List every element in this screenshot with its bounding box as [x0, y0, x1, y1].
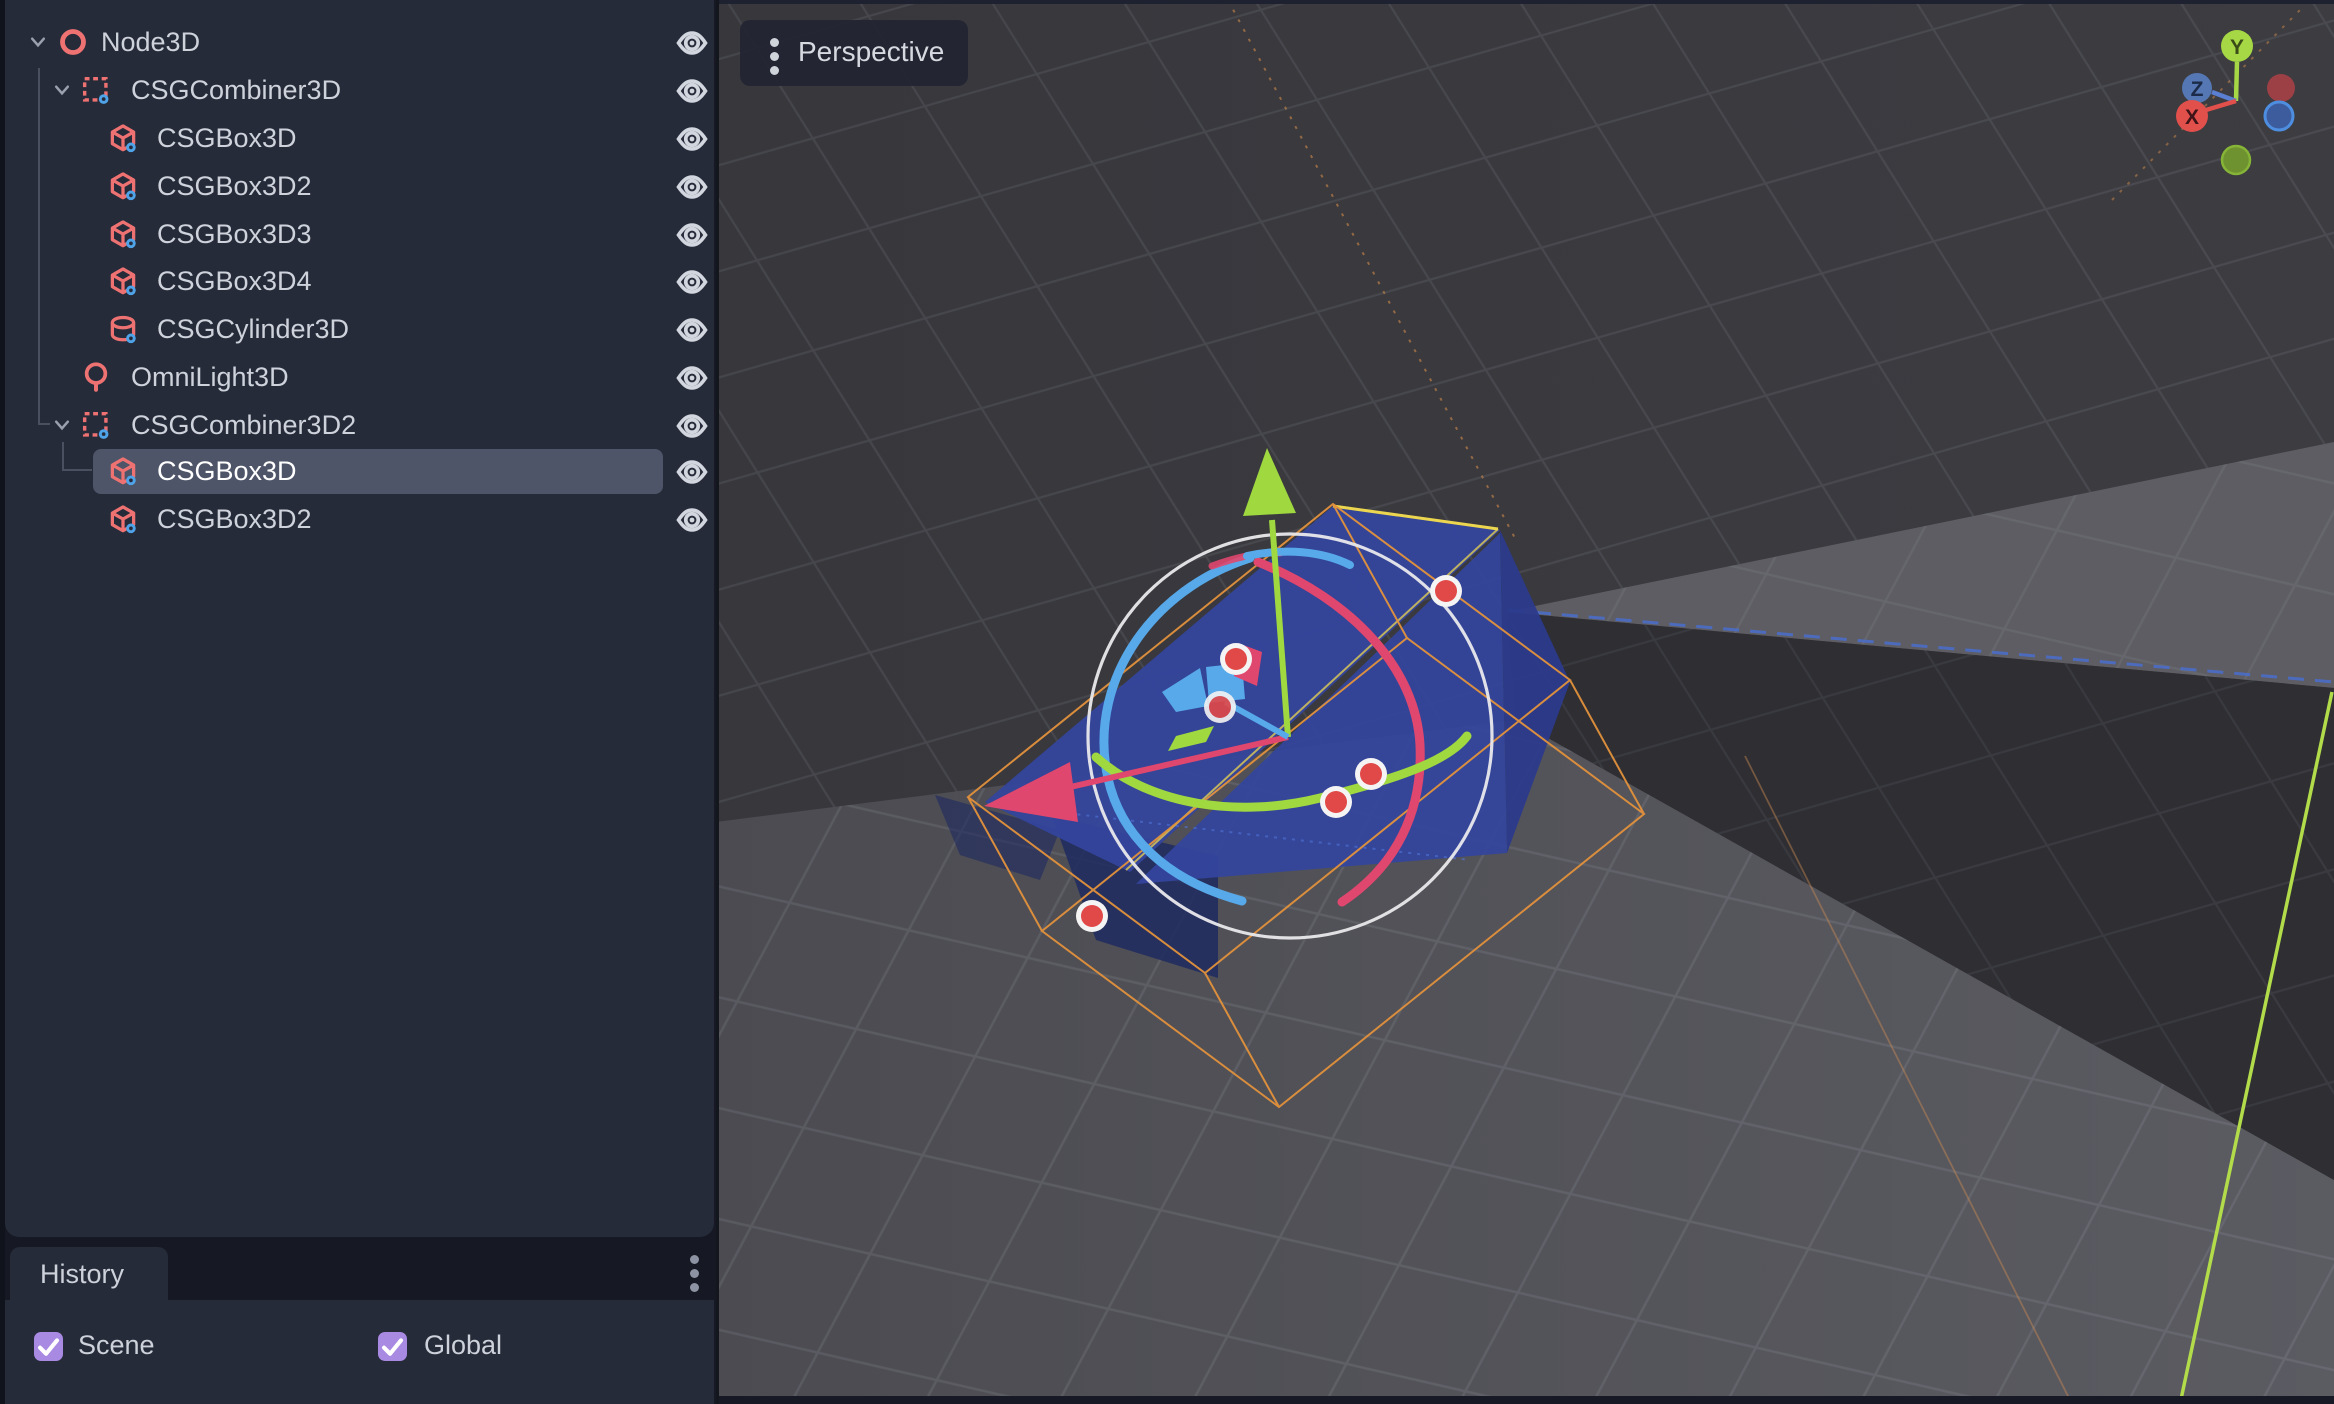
tree-row-csgbox3d2-b[interactable]: CSGBox3D2 [5, 495, 714, 543]
visibility-eye-icon[interactable] [669, 313, 715, 347]
visibility-eye-icon[interactable] [669, 122, 715, 156]
left-dock: Node3D CSGCombiner3D CSGBox3D CSGBox3D2 [0, 0, 716, 1404]
csgbox3d-icon [106, 169, 140, 203]
node3d-icon [56, 25, 90, 59]
csgcylinder3d-icon [106, 312, 140, 346]
csgcombiner3d-icon [79, 408, 113, 442]
godot-editor-window: Node3D CSGCombiner3D CSGBox3D CSGBox3D2 [0, 0, 2334, 1404]
chevron-down-icon[interactable] [50, 415, 74, 435]
view-mode-label[interactable]: Perspective [798, 36, 944, 68]
history-panel-content: Scene Global [5, 1300, 714, 1404]
scene-checkbox[interactable] [34, 1332, 63, 1361]
scene-checkbox-label[interactable]: Scene [78, 1330, 155, 1361]
check-icon [378, 1332, 407, 1361]
node-label[interactable]: Node3D [101, 27, 200, 58]
csgcombiner3d-icon [79, 73, 113, 107]
node-label[interactable]: CSGBox3D [157, 123, 297, 154]
viewport-top-border [716, 0, 2334, 4]
tree-row-csgcombiner3d[interactable]: CSGCombiner3D [5, 66, 714, 114]
chevron-down-icon[interactable] [26, 32, 50, 52]
csgbox3d-icon [106, 454, 140, 488]
visibility-eye-icon[interactable] [669, 265, 715, 299]
panel-menu-icon[interactable] [690, 1255, 700, 1293]
tab-history-label: History [40, 1259, 124, 1290]
tree-row-csgbox3d[interactable]: CSGBox3D [5, 114, 714, 162]
view-menu-dots-icon[interactable] [770, 38, 779, 47]
visibility-eye-icon[interactable] [669, 455, 715, 489]
node-label[interactable]: CSGBox3D3 [157, 219, 312, 250]
node-label[interactable]: OmniLight3D [131, 362, 289, 393]
node-label[interactable]: CSGCombiner3D2 [131, 410, 356, 441]
visibility-eye-icon[interactable] [669, 218, 715, 252]
viewport-scene: Z X Y [716, 0, 2334, 1404]
node-label[interactable]: CSGBox3D2 [157, 171, 312, 202]
node-label[interactable]: CSGBox3D [157, 456, 297, 487]
omnilight3d-icon [79, 360, 113, 394]
visibility-eye-icon[interactable] [669, 409, 715, 443]
node-label[interactable]: CSGBox3D4 [157, 266, 312, 297]
axis-z-label: Z [2191, 78, 2204, 101]
scene-tree-panel: Node3D CSGCombiner3D CSGBox3D CSGBox3D2 [5, 0, 714, 1237]
csgbox3d-icon [106, 217, 140, 251]
viewport-left-border [716, 0, 719, 1404]
visibility-eye-icon[interactable] [669, 361, 715, 395]
axis-y-label: Y [2230, 36, 2244, 59]
viewport-bottom-border [716, 1396, 2334, 1404]
visibility-eye-icon[interactable] [669, 26, 715, 60]
csgbox3d-icon [106, 502, 140, 536]
node-label[interactable]: CSGBox3D2 [157, 504, 312, 535]
csgbox3d-icon [106, 264, 140, 298]
global-checkbox[interactable] [378, 1332, 407, 1361]
bottom-panel: History Scene Global [5, 1237, 714, 1404]
check-icon [34, 1332, 63, 1361]
chevron-down-icon[interactable] [50, 80, 74, 100]
global-checkbox-label[interactable]: Global [424, 1330, 502, 1361]
tree-row-csgbox3d-selected[interactable]: CSGBox3D [5, 447, 714, 495]
tab-history[interactable]: History [10, 1247, 168, 1300]
axis-x-label: X [2185, 106, 2199, 129]
axis-neg-y[interactable] [2222, 146, 2250, 174]
tree-row-csgcombiner3d2[interactable]: CSGCombiner3D2 [5, 401, 714, 449]
viewport-3d[interactable]: Z X Y Perspective [716, 0, 2334, 1404]
visibility-eye-icon[interactable] [669, 170, 715, 204]
visibility-eye-icon[interactable] [669, 503, 715, 537]
tree-row-omnilight3d[interactable]: OmniLight3D [5, 353, 714, 401]
tree-row-node3d[interactable]: Node3D [5, 18, 714, 66]
csgbox3d-icon [106, 121, 140, 155]
axis-neg-z[interactable] [2265, 102, 2293, 130]
view-menu-button[interactable]: Perspective [740, 20, 968, 86]
tree-row-csgcylinder3d[interactable]: CSGCylinder3D [5, 305, 714, 353]
tree-row-csgbox3d4[interactable]: CSGBox3D4 [5, 257, 714, 305]
tree-row-csgbox3d3[interactable]: CSGBox3D3 [5, 210, 714, 258]
tree-row-csgbox3d2[interactable]: CSGBox3D2 [5, 162, 714, 210]
axis-neg-x[interactable] [2267, 74, 2295, 102]
node-label[interactable]: CSGCylinder3D [157, 314, 349, 345]
visibility-eye-icon[interactable] [669, 74, 715, 108]
node-label[interactable]: CSGCombiner3D [131, 75, 341, 106]
